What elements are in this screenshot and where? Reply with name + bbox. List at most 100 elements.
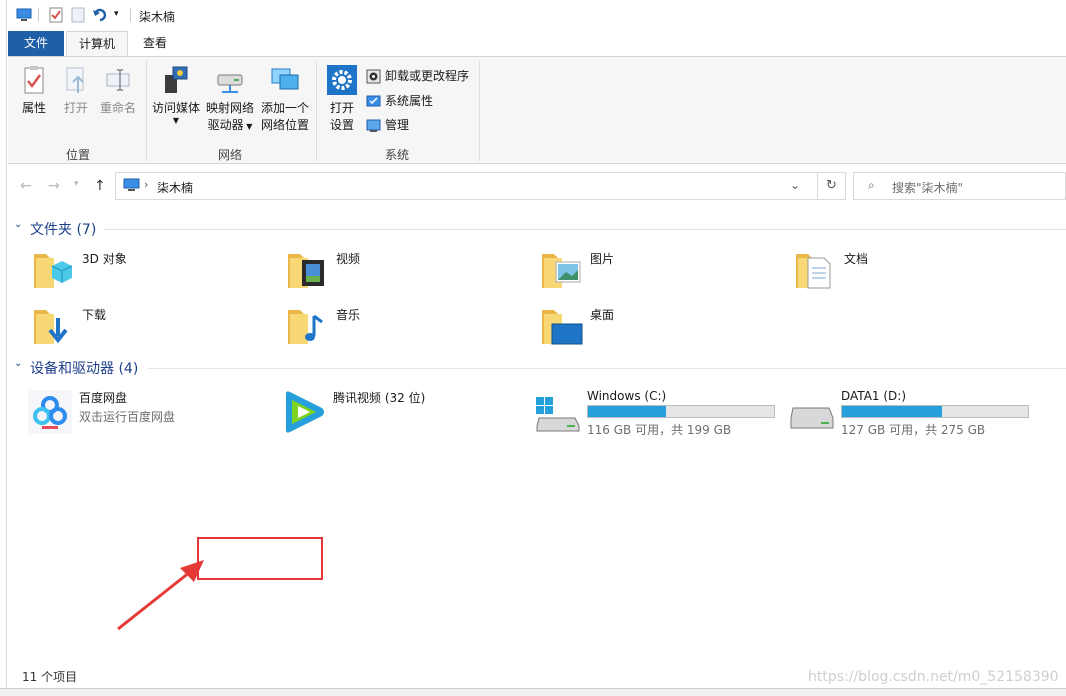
back-arrow-icon[interactable]: ← bbox=[20, 178, 32, 194]
address-dropdown-icon[interactable]: ⌄ bbox=[790, 178, 800, 192]
folder-videos-icon bbox=[288, 254, 324, 288]
refresh-icon[interactable]: ↻ bbox=[826, 178, 837, 193]
add-network-location-label-2: 网络位置 bbox=[260, 118, 309, 132]
drive-capacity: 127 GB 可用，共 275 GB bbox=[841, 423, 986, 437]
media-server-icon bbox=[165, 66, 188, 93]
drive-name: 腾讯视频 (32 位) bbox=[333, 391, 426, 405]
search-input[interactable]: 搜索"柒木楠" bbox=[892, 179, 963, 196]
qa-separator bbox=[38, 8, 39, 22]
network-location-icon bbox=[271, 68, 299, 90]
tencent-video-item[interactable]: 腾讯视频 (32 位) bbox=[280, 386, 530, 442]
group-network-label: 网络 bbox=[217, 148, 242, 162]
drive-name: Windows (C:) bbox=[587, 389, 667, 403]
folders-section-title[interactable]: 文件夹 (7) bbox=[30, 219, 96, 239]
drive-capacity: 116 GB 可用，共 199 GB bbox=[587, 423, 732, 437]
folder-desktop[interactable]: 桌面 bbox=[538, 302, 788, 352]
ribbon: 属性 打开 重命名 位置 访问媒体 ▼ 映射网络 驱动器 ▼ 添加一个 网络位置… bbox=[8, 56, 1066, 164]
access-media-label: 访问媒体 bbox=[151, 101, 200, 115]
baidu-netdisk-item[interactable]: 百度网盘 双击运行百度网盘 bbox=[26, 386, 276, 442]
folder-videos[interactable]: 视频 bbox=[284, 246, 534, 296]
drive-c[interactable]: Windows (C:) 116 GB 可用，共 199 GB bbox=[535, 386, 785, 442]
open-document-icon bbox=[66, 67, 84, 93]
open-button[interactable]: 打开 bbox=[60, 65, 92, 117]
folder-pictures[interactable]: 图片 bbox=[538, 246, 788, 296]
properties-button[interactable]: 属性 bbox=[18, 65, 50, 117]
devices-section-title[interactable]: 设备和驱动器 (4) bbox=[30, 358, 138, 378]
window-bottom-edge bbox=[0, 688, 1066, 696]
forward-arrow-icon[interactable]: → bbox=[48, 178, 60, 194]
map-network-drive-label-1: 映射网络 bbox=[205, 101, 254, 115]
drive-name: 百度网盘 bbox=[79, 391, 128, 405]
drive-subtitle: 双击运行百度网盘 bbox=[79, 410, 176, 424]
address-bar[interactable]: › 柒木楠 ⌄ ↻ bbox=[115, 172, 846, 200]
drive-d[interactable]: DATA1 (D:) 127 GB 可用，共 275 GB bbox=[789, 386, 1039, 442]
drive-c-usage-fill bbox=[588, 406, 666, 417]
breadcrumb[interactable]: 柒木楠 bbox=[157, 179, 193, 196]
drive-d-usage-fill bbox=[842, 406, 943, 417]
group-system-label: 系统 bbox=[384, 148, 409, 162]
rename-label: 重命名 bbox=[99, 101, 136, 115]
customize-qa-dropdown-icon[interactable]: ▾ bbox=[114, 9, 119, 19]
up-arrow-icon[interactable]: ↑ bbox=[94, 178, 106, 194]
clipboard-check-icon bbox=[24, 66, 44, 94]
computer-icon[interactable] bbox=[16, 7, 32, 23]
folder-documents-icon bbox=[796, 254, 831, 289]
address-divider bbox=[817, 173, 818, 199]
folder-3d-objects[interactable]: 3D 对象 bbox=[30, 246, 280, 296]
map-network-drive-button[interactable]: 映射网络 驱动器 ▼ bbox=[204, 65, 256, 135]
undo-icon[interactable] bbox=[92, 7, 108, 23]
settings-gear-icon bbox=[327, 65, 357, 95]
folder-pictures-icon bbox=[542, 254, 581, 288]
network-drive-icon bbox=[217, 74, 243, 93]
folder-3d-objects-icon bbox=[34, 254, 73, 288]
system-properties-button[interactable]: 系统属性 bbox=[366, 91, 433, 111]
manage-icon bbox=[366, 119, 381, 132]
manage-label: 管理 bbox=[385, 118, 410, 132]
background-window-edge bbox=[0, 0, 7, 696]
tab-file[interactable]: 文件 bbox=[8, 31, 64, 56]
new-folder-icon[interactable] bbox=[70, 7, 86, 23]
title-bar: ▾ 柒木楠 bbox=[8, 0, 1066, 31]
watermark: https://blog.csdn.net/m0_52158390 bbox=[808, 669, 1059, 685]
open-settings-label-1: 打开 bbox=[329, 101, 354, 115]
properties-icon[interactable] bbox=[48, 7, 64, 23]
tab-view[interactable]: 查看 bbox=[133, 31, 177, 56]
folder-name: 音乐 bbox=[336, 308, 361, 322]
rename-button[interactable]: 重命名 bbox=[98, 65, 138, 117]
uninstall-program-button[interactable]: 卸载或更改程序 bbox=[366, 66, 469, 86]
folder-downloads-icon bbox=[34, 310, 68, 344]
access-media-button[interactable]: 访问媒体 ▼ bbox=[150, 65, 202, 125]
folder-name: 桌面 bbox=[590, 308, 615, 322]
folder-desktop-icon bbox=[542, 310, 583, 345]
system-properties-icon bbox=[366, 95, 381, 107]
uninstall-label: 卸载或更改程序 bbox=[385, 69, 470, 83]
annotation-arrow bbox=[117, 560, 204, 631]
folder-music[interactable]: 音乐 bbox=[284, 302, 534, 352]
folder-name: 图片 bbox=[590, 252, 615, 266]
folder-name: 下载 bbox=[82, 308, 107, 322]
drive-c-usage-bar bbox=[587, 405, 775, 418]
rename-icon bbox=[106, 69, 130, 91]
collapse-folders-chevron-icon[interactable]: ⌄ bbox=[14, 219, 22, 230]
tab-computer[interactable]: 计算机 bbox=[66, 31, 128, 56]
ribbon-separator bbox=[316, 61, 317, 161]
folders-section-divider bbox=[104, 229, 1066, 230]
search-box[interactable]: ⌕ 搜索"柒木楠" bbox=[853, 172, 1066, 200]
open-label: 打开 bbox=[63, 101, 88, 115]
folder-documents[interactable]: 文档 bbox=[792, 246, 1042, 296]
manage-button[interactable]: 管理 bbox=[366, 115, 409, 135]
folder-name: 视频 bbox=[336, 252, 361, 266]
folder-downloads[interactable]: 下载 bbox=[30, 302, 280, 352]
breadcrumb-chevron-icon: › bbox=[144, 178, 149, 191]
baidu-netdisk-icon bbox=[28, 390, 72, 434]
window-title: 柒木楠 bbox=[139, 10, 176, 24]
collapse-devices-chevron-icon[interactable]: ⌄ bbox=[14, 358, 22, 369]
tencent-video-icon bbox=[286, 391, 324, 433]
recent-dropdown-icon[interactable]: ▾ bbox=[74, 179, 79, 189]
add-network-location-button[interactable]: 添加一个 网络位置 bbox=[258, 65, 312, 134]
group-location-label: 位置 bbox=[65, 148, 90, 162]
open-settings-button[interactable]: 打开 设置 bbox=[322, 65, 362, 134]
properties-label: 属性 bbox=[21, 101, 46, 115]
map-network-drive-dropdown-icon: ▼ bbox=[243, 122, 253, 131]
open-settings-label-2: 设置 bbox=[329, 118, 354, 132]
